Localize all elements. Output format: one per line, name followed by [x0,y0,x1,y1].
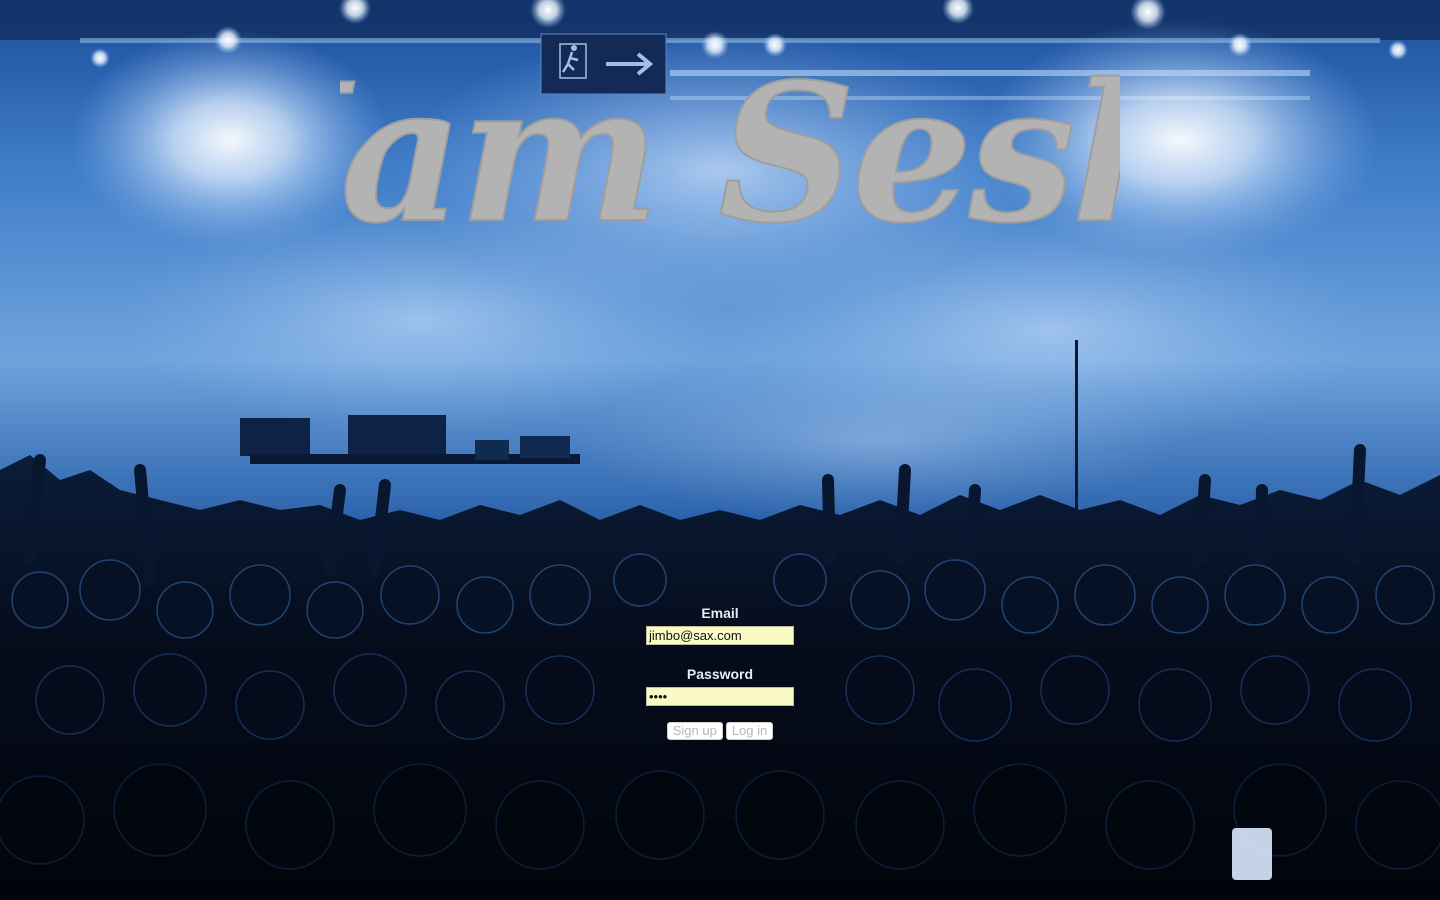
password-label: Password [686,666,754,682]
app-logo: Jam Sesh [223,10,1210,310]
email-input[interactable] [646,626,794,645]
password-group: Password [620,665,820,706]
password-input[interactable] [646,687,794,706]
logo-text: Jam Sesh [340,42,1120,265]
login-form: Email Password Sign up Log in [620,604,820,740]
email-label: Email [701,605,739,621]
button-row: Sign up Log in [620,722,820,740]
signup-button[interactable]: Sign up [666,722,723,740]
email-group: Email [620,604,820,645]
login-button[interactable]: Log in [725,722,774,740]
